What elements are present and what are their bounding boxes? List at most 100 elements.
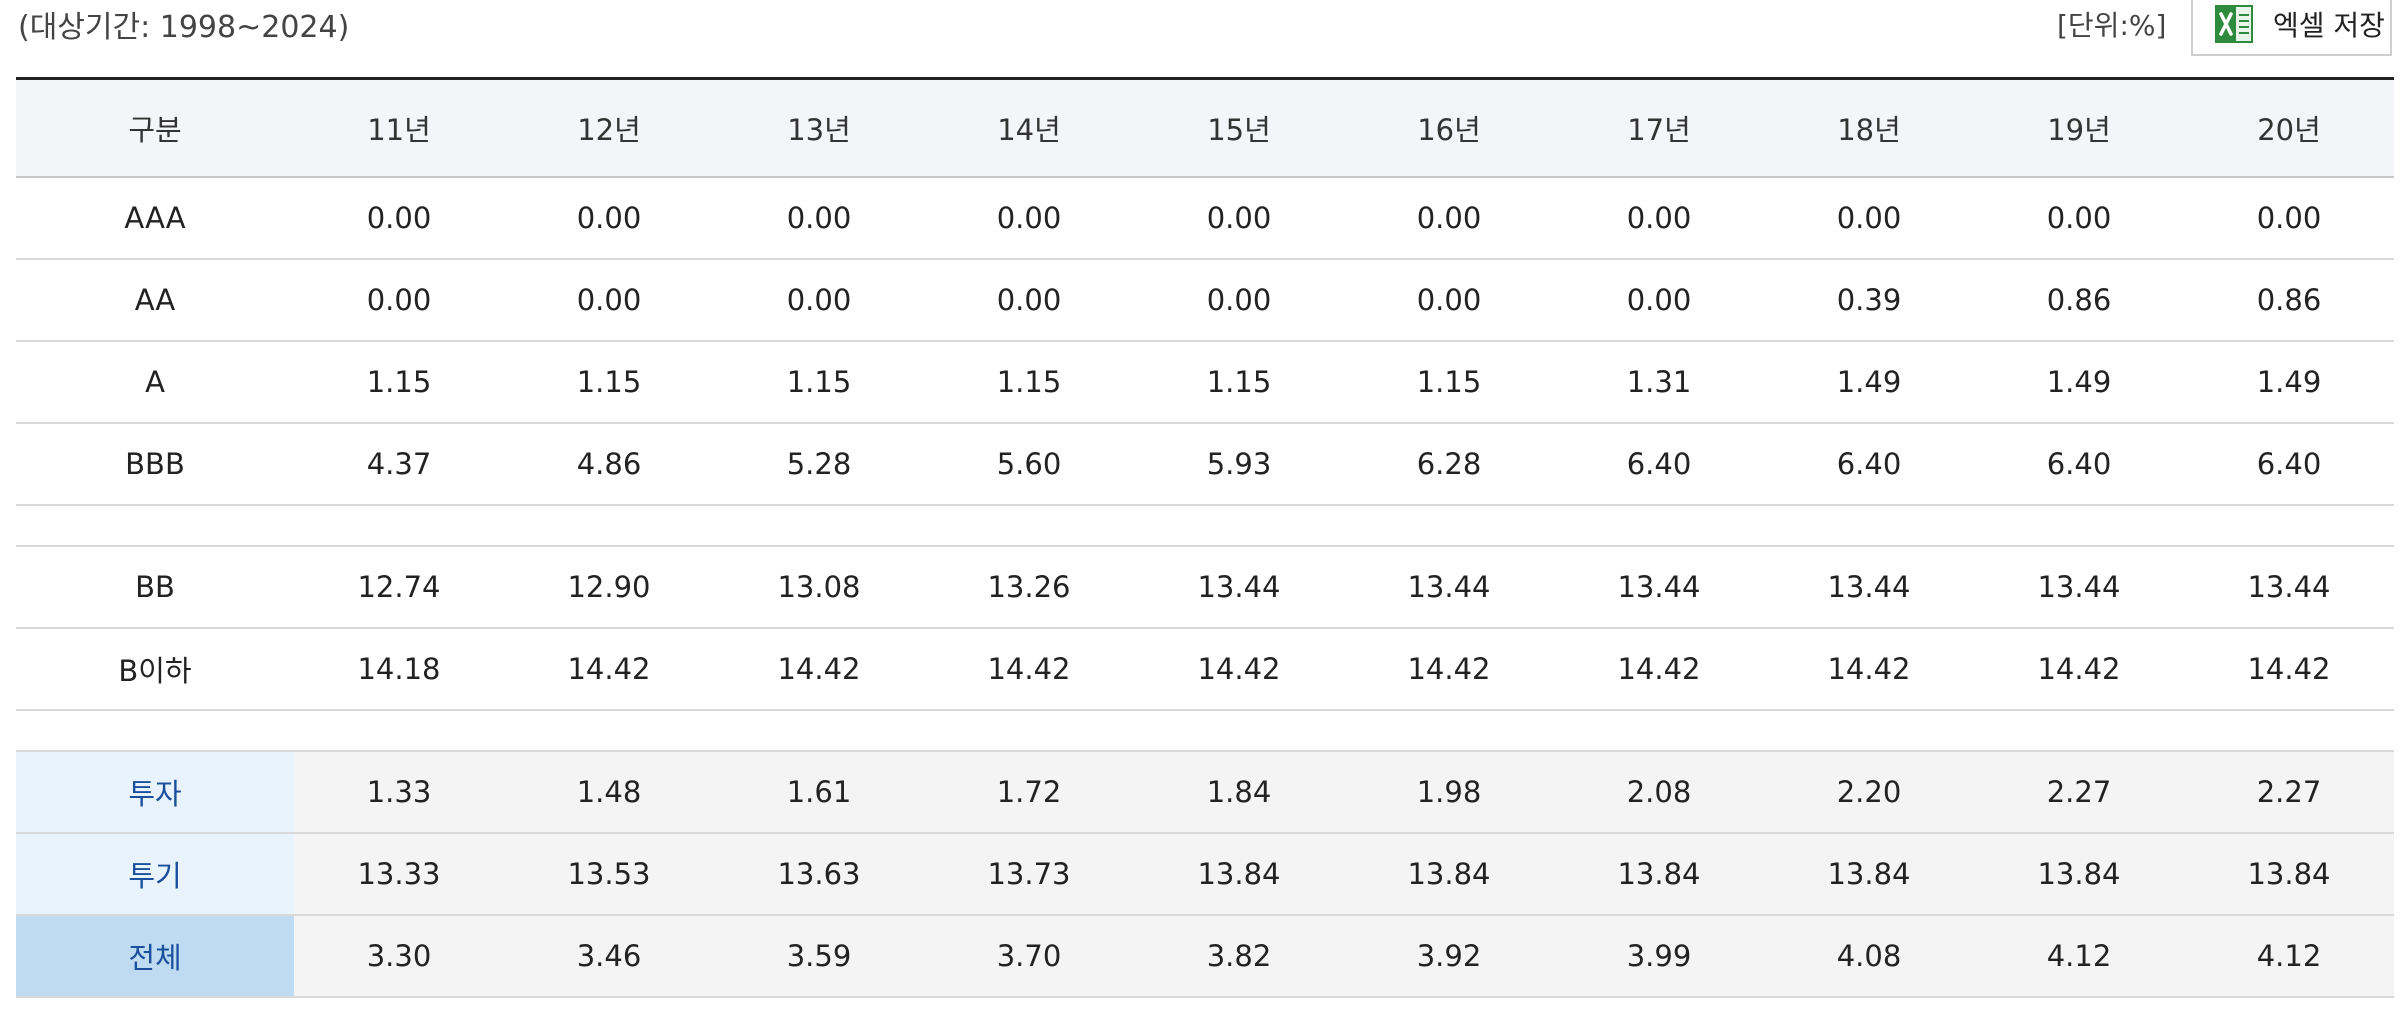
table-cell: 6.40	[1974, 423, 2184, 506]
table-row-total: 전체 3.30 3.46 3.59 3.70 3.82 3.92 3.99 4.…	[16, 915, 2394, 998]
table-cell: 3.99	[1554, 915, 1764, 998]
table-cell: 3.82	[1134, 915, 1344, 998]
table-cell: 13.84	[1134, 833, 1344, 916]
table-cell: 0.39	[1764, 259, 1974, 342]
table-cell: 14.42	[1764, 628, 1974, 711]
table-cell: 14.42	[924, 628, 1134, 711]
table-cell: 1.61	[714, 751, 924, 834]
column-header-category: 구분	[16, 80, 294, 178]
row-label: BB	[16, 546, 294, 629]
period-label: (대상기간: 1998~2024)	[18, 10, 350, 45]
table-cell: 1.49	[1764, 341, 1974, 424]
table-cell: 12.74	[294, 546, 504, 629]
excel-icon	[2215, 5, 2253, 43]
row-label: BBB	[16, 423, 294, 506]
table-cell: 2.20	[1764, 751, 1974, 834]
table-cell: 0.00	[1554, 177, 1764, 260]
column-header-year: 11년	[294, 80, 504, 178]
table-cell: 0.00	[1974, 177, 2184, 260]
table-cell: 13.44	[1764, 546, 1974, 629]
table-cell: 2.27	[1974, 751, 2184, 834]
table-cell: 0.86	[1974, 259, 2184, 342]
table-cell: 0.00	[1554, 259, 1764, 342]
table-cell: 0.00	[504, 259, 714, 342]
excel-save-button[interactable]: 엑셀 저장	[2191, 0, 2392, 56]
column-header-year: 13년	[714, 80, 924, 178]
column-header-year: 19년	[1974, 80, 2184, 178]
table-cell: 2.08	[1554, 751, 1764, 834]
table-cell: 14.42	[504, 628, 714, 711]
table-cell: 0.00	[504, 177, 714, 260]
table-cell: 5.93	[1134, 423, 1344, 506]
table-cell: 14.42	[1344, 628, 1554, 711]
table-spacer-row	[16, 505, 2394, 547]
table-cell: 3.30	[294, 915, 504, 998]
table-cell: 1.33	[294, 751, 504, 834]
column-header-year: 17년	[1554, 80, 1764, 178]
table-cell: 1.15	[924, 341, 1134, 424]
table-cell: 13.44	[1974, 546, 2184, 629]
table-cell: 13.53	[504, 833, 714, 916]
table-cell: 13.63	[714, 833, 924, 916]
default-rate-table-wrap: 구분 11년 12년 13년 14년 15년 16년 17년 18년 19년 2…	[16, 77, 2394, 998]
unit-label: [단위:%]	[2057, 9, 2167, 42]
table-cell: 13.84	[1974, 833, 2184, 916]
table-row-a: A 1.15 1.15 1.15 1.15 1.15 1.15 1.31 1.4…	[16, 341, 2394, 424]
table-header-row: 구분 11년 12년 13년 14년 15년 16년 17년 18년 19년 2…	[16, 80, 2394, 178]
table-cell: 13.84	[1554, 833, 1764, 916]
table-cell: 0.86	[2184, 259, 2394, 342]
table-cell: 3.92	[1344, 915, 1554, 998]
table-cell: 1.84	[1134, 751, 1344, 834]
table-cell: 0.00	[294, 177, 504, 260]
table-cell: 0.00	[714, 177, 924, 260]
table-cell: 14.42	[2184, 628, 2394, 711]
table-cell: 1.31	[1554, 341, 1764, 424]
table-cell: 3.46	[504, 915, 714, 998]
table-cell: 0.00	[294, 259, 504, 342]
table-cell: 13.44	[1344, 546, 1554, 629]
column-header-year: 18년	[1764, 80, 1974, 178]
table-cell: 4.12	[2184, 915, 2394, 998]
table-cell: 14.42	[1974, 628, 2184, 711]
table-cell: 13.44	[1554, 546, 1764, 629]
table-cell: 2.27	[2184, 751, 2394, 834]
column-header-year: 14년	[924, 80, 1134, 178]
table-cell: 13.44	[2184, 546, 2394, 629]
row-label: 전체	[16, 915, 294, 998]
spacer-cell	[16, 505, 2394, 547]
table-spacer-row	[16, 710, 2394, 752]
table-cell: 1.72	[924, 751, 1134, 834]
column-header-year: 16년	[1344, 80, 1554, 178]
table-row-aa: AA 0.00 0.00 0.00 0.00 0.00 0.00 0.00 0.…	[16, 259, 2394, 342]
table-cell: 0.00	[1134, 177, 1344, 260]
row-label: 투자	[16, 751, 294, 834]
table-row-bb: BB 12.74 12.90 13.08 13.26 13.44 13.44 1…	[16, 546, 2394, 629]
table-cell: 3.70	[924, 915, 1134, 998]
column-header-year: 12년	[504, 80, 714, 178]
table-cell: 4.08	[1764, 915, 1974, 998]
row-label: AA	[16, 259, 294, 342]
table-cell: 0.00	[1344, 177, 1554, 260]
table-row-bbb: BBB 4.37 4.86 5.28 5.60 5.93 6.28 6.40 6…	[16, 423, 2394, 506]
column-header-year: 15년	[1134, 80, 1344, 178]
table-cell: 13.33	[294, 833, 504, 916]
table-cell: 5.28	[714, 423, 924, 506]
table-cell: 4.12	[1974, 915, 2184, 998]
row-label: AAA	[16, 177, 294, 260]
table-cell: 13.26	[924, 546, 1134, 629]
table-cell: 5.60	[924, 423, 1134, 506]
row-label: 투기	[16, 833, 294, 916]
table-cell: 14.42	[1554, 628, 1764, 711]
table-row-b-below: B이하 14.18 14.42 14.42 14.42 14.42 14.42 …	[16, 628, 2394, 711]
row-label: A	[16, 341, 294, 424]
table-cell: 14.42	[714, 628, 924, 711]
table-cell: 13.84	[2184, 833, 2394, 916]
table-cell: 1.15	[1134, 341, 1344, 424]
table-cell: 13.84	[1764, 833, 1974, 916]
excel-save-label: 엑셀 저장	[2273, 9, 2385, 42]
table-cell: 13.08	[714, 546, 924, 629]
table-cell: 1.15	[714, 341, 924, 424]
row-label: B이하	[16, 628, 294, 711]
table-cell: 0.00	[1344, 259, 1554, 342]
table-cell: 4.37	[294, 423, 504, 506]
